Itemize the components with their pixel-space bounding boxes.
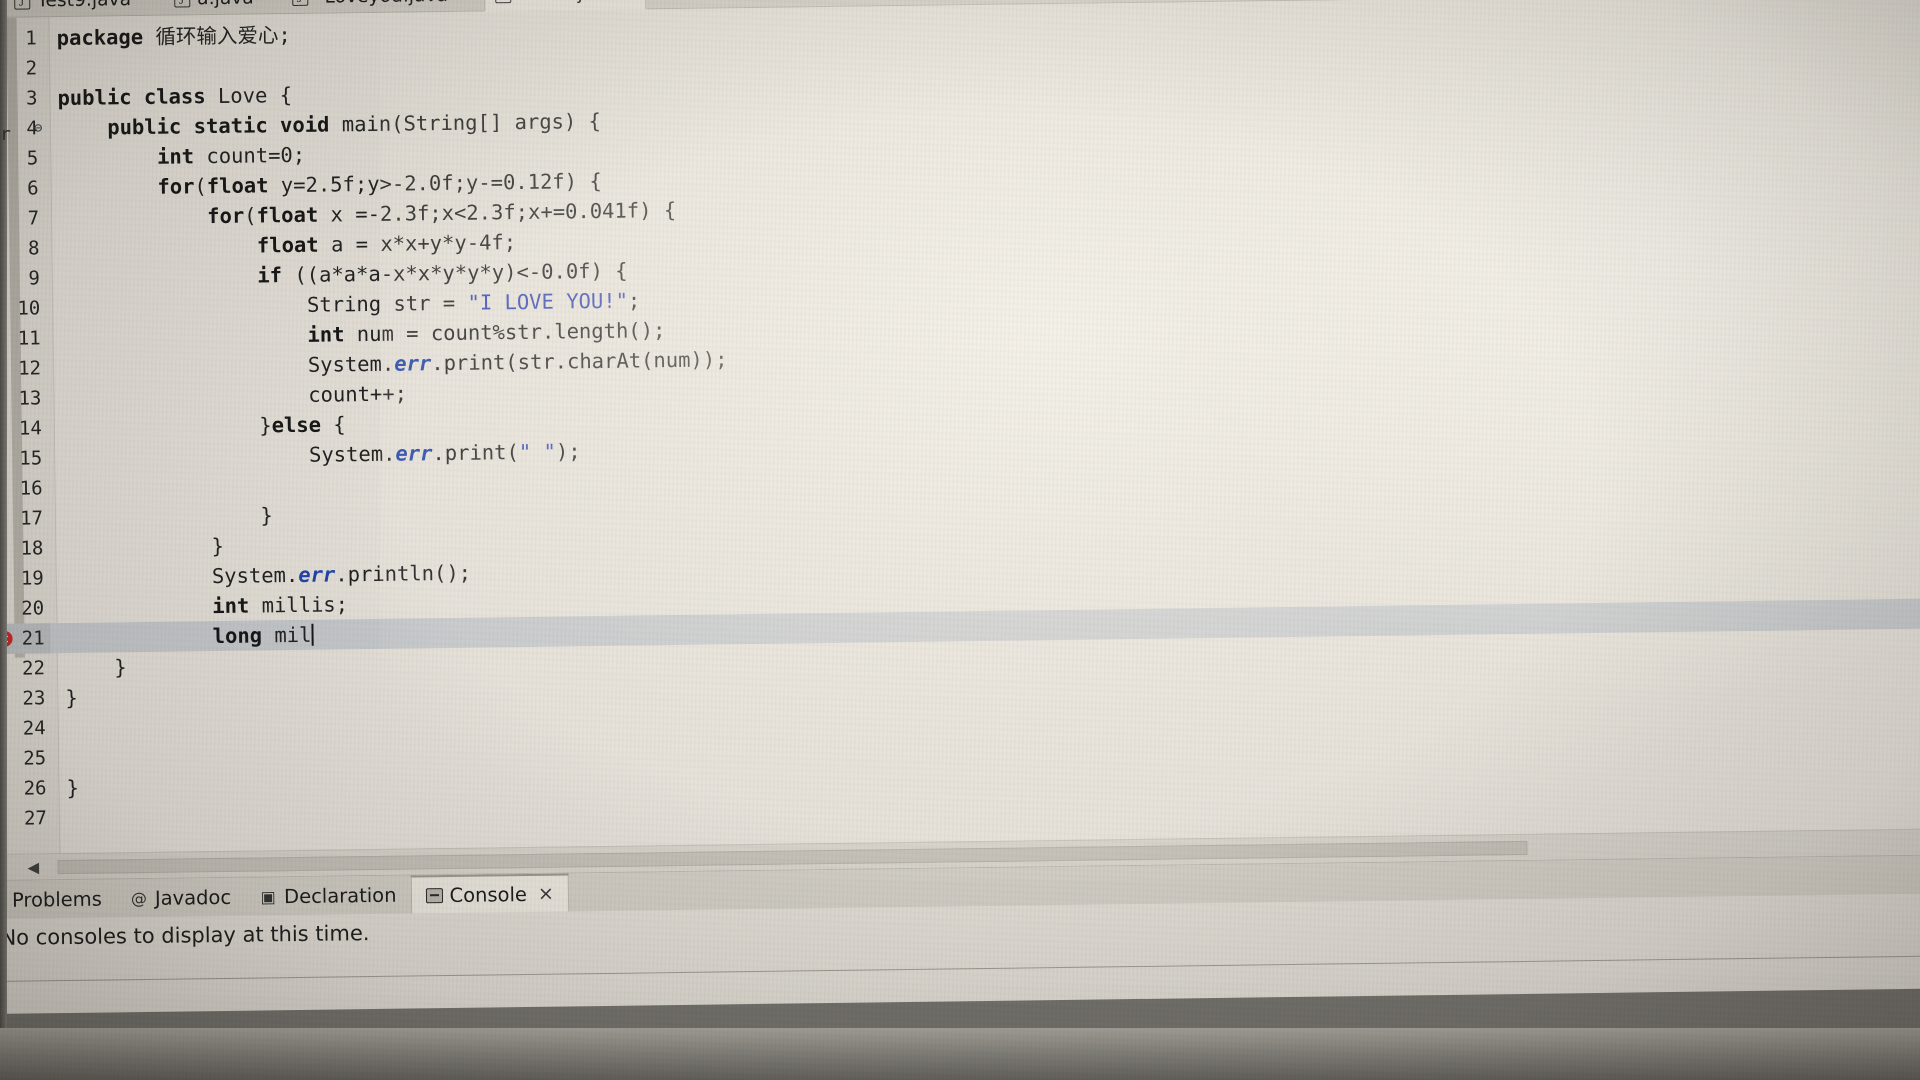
code-text: }: [65, 685, 78, 711]
text-cursor: [311, 623, 314, 646]
bottom-view-stack: Problems @ Javadoc ▣ Declaration Console…: [0, 854, 1920, 1000]
fold-collapse-icon[interactable]: ⊖: [34, 113, 43, 143]
line-number: 13: [18, 387, 42, 410]
declaration-icon: ▣: [260, 886, 276, 906]
photographed-screen: J Test9.java J a.java J *Loveyou.java J …: [0, 0, 1920, 1080]
code-text: int count=0;: [156, 142, 306, 169]
line-number: 22: [21, 657, 46, 680]
java-file-icon: J: [495, 0, 512, 4]
code-editor[interactable]: 1 package 循环输入爱心; 2 3 public class Love {4 ⊖ …: [0, 0, 1920, 880]
panel-divider: [0, 955, 1920, 982]
code-text: int millis;: [212, 592, 349, 619]
line-number: 16: [19, 477, 43, 500]
tab-console[interactable]: Console ×: [410, 873, 570, 914]
close-icon[interactable]: ×: [630, 0, 646, 4]
code-text: count++;: [61, 381, 408, 411]
tab-problems[interactable]: Problems: [0, 879, 116, 919]
java-file-icon: J: [14, 0, 31, 10]
code-text: }: [63, 533, 224, 561]
line-number: 24: [22, 717, 46, 740]
line-number: 23: [22, 687, 46, 710]
scroll-left-arrow-icon[interactable]: ◀: [27, 858, 39, 876]
code-lines: 1 package 循环输入爱心; 2 3 public class Love {4 ⊖ …: [0, 0, 1920, 834]
editor-tab-a[interactable]: J a.java: [164, 0, 276, 16]
eclipse-window: J Test9.java J a.java J *Loveyou.java J …: [0, 0, 1920, 1014]
line-number: 17: [19, 507, 44, 530]
line-number: 11: [17, 327, 41, 350]
line-number: 27: [23, 807, 48, 830]
tab-declaration[interactable]: ▣ Declaration: [245, 876, 411, 916]
line-number: 20: [21, 597, 45, 620]
editor-tab-label: *Love.java: [518, 0, 617, 5]
monitor-bezel-bottom: [0, 1028, 1920, 1080]
editor-tab-label: a.java: [197, 0, 254, 9]
java-file-icon: J: [174, 0, 191, 8]
code-text: package 循环输入爱心;: [56, 23, 291, 51]
code-text: public class Love {: [57, 83, 293, 111]
line-number: 26: [23, 777, 47, 800]
code-text: }: [62, 503, 273, 531]
javadoc-label: Javadoc: [154, 885, 232, 910]
monitor-bezel-left: [0, 0, 7, 1080]
line-number: 14: [18, 417, 42, 440]
tab-javadoc[interactable]: @ Javadoc: [116, 878, 246, 918]
code-text: }else {: [61, 412, 346, 441]
line-number: 18: [20, 537, 44, 560]
code-text: long mil: [212, 622, 314, 649]
code-text: }: [64, 655, 127, 681]
editor-tab-label: Test9.java: [37, 0, 131, 11]
editor-tab-label: *Loveyou.java: [315, 0, 448, 7]
console-icon: [425, 887, 443, 903]
gutter-stray-character: r: [0, 124, 11, 145]
line-number: 25: [23, 747, 47, 770]
problems-label: Problems: [11, 887, 103, 912]
java-file-icon: J: [292, 0, 309, 6]
line-number: 12: [18, 357, 42, 380]
javadoc-at-icon: @: [130, 888, 147, 908]
line-number: 15: [19, 447, 43, 470]
declaration-label: Declaration: [283, 883, 397, 908]
console-label: Console: [449, 882, 528, 907]
code-text: }: [66, 775, 80, 801]
line-number: 19: [20, 567, 44, 590]
close-icon[interactable]: ×: [538, 883, 554, 905]
